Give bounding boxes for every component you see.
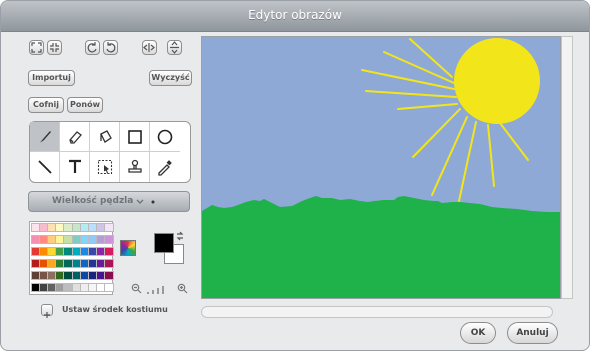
window-title: Edytor obrazów: [248, 8, 342, 22]
shrink-icon: [50, 43, 59, 52]
rotate-right-button[interactable]: [103, 40, 118, 55]
undo-button[interactable]: Cofnij: [28, 97, 64, 113]
grow-icon: [31, 42, 42, 53]
ok-button[interactable]: OK: [460, 322, 496, 344]
stamp-tool[interactable]: [120, 152, 150, 182]
rectangle-tool[interactable]: [120, 122, 150, 152]
chevron-down-icon: [136, 199, 144, 204]
ellipse-icon: [157, 129, 173, 145]
primary-color-swatch[interactable]: [154, 233, 174, 253]
clear-button[interactable]: Wyczyść: [149, 70, 192, 86]
ellipse-tool[interactable]: [150, 122, 180, 152]
horizontal-scrollbar[interactable]: [201, 306, 553, 318]
plus-icon: [44, 312, 50, 318]
text-tool[interactable]: [60, 152, 90, 182]
color-swatch[interactable]: [103, 235, 114, 244]
sun: [454, 38, 540, 124]
brush-size-label: Wielkość pędzla: [52, 196, 134, 206]
color-swatch[interactable]: [103, 259, 114, 268]
zoom-out-icon[interactable]: [131, 283, 142, 294]
zoom-level-icon: [147, 286, 164, 294]
rotate-left-icon: [87, 42, 97, 53]
rotate-left-button[interactable]: [85, 40, 100, 55]
canvas-artwork: [202, 37, 560, 298]
line-icon: [38, 160, 52, 174]
eyedropper-tool[interactable]: [150, 152, 180, 182]
select-tool[interactable]: [90, 152, 120, 182]
vertical-scrollbar[interactable]: [561, 36, 573, 299]
eyedropper-icon: [158, 160, 172, 176]
grow-button[interactable]: [29, 40, 44, 55]
color-picker-button[interactable]: [120, 240, 136, 256]
set-center-button[interactable]: [41, 304, 53, 318]
color-swatch[interactable]: [103, 223, 114, 232]
cancel-button[interactable]: Anuluj: [507, 322, 558, 344]
line-tool[interactable]: [30, 152, 60, 182]
eraser-tool[interactable]: [60, 122, 90, 152]
zoom-in-icon[interactable]: [177, 283, 188, 294]
flip-horizontal-icon: [143, 43, 155, 52]
flip-vertical-icon: [170, 41, 179, 54]
stamp-icon: [128, 159, 142, 173]
shrink-button[interactable]: [47, 40, 62, 55]
grass-area: [202, 196, 560, 298]
redo-button[interactable]: Ponów: [67, 97, 103, 113]
flip-vertical-button[interactable]: [167, 40, 182, 55]
swap-colors-icon[interactable]: [175, 231, 185, 241]
rotate-right-icon: [106, 42, 116, 53]
select-icon: [97, 159, 113, 175]
rectangle-icon: [128, 130, 142, 144]
brush-size-dot-icon: [151, 200, 155, 204]
brush-icon: [39, 131, 51, 143]
color-swatch[interactable]: [103, 271, 114, 280]
text-icon: [69, 159, 81, 173]
set-center-label: Ustaw środek kostiumu: [62, 305, 168, 314]
color-palette: [29, 221, 114, 295]
eraser-icon: [69, 131, 82, 144]
color-swatch[interactable]: [103, 247, 114, 256]
brush-tool[interactable]: [30, 122, 60, 152]
drawing-canvas[interactable]: [201, 36, 561, 299]
fill-bucket-icon: [100, 130, 112, 143]
paint-editor-window: Edytor obrazów Importuj Wyczyść Cofnij P…: [0, 0, 590, 351]
flip-horizontal-button[interactable]: [142, 40, 157, 55]
color-swatch[interactable]: [103, 283, 114, 292]
import-button[interactable]: Importuj: [28, 70, 75, 86]
brush-size-selector[interactable]: Wielkość pędzla: [28, 191, 190, 212]
fill-tool[interactable]: [90, 122, 120, 152]
paint-tools: [29, 121, 191, 183]
title-bar: Edytor obrazów: [1, 1, 589, 32]
